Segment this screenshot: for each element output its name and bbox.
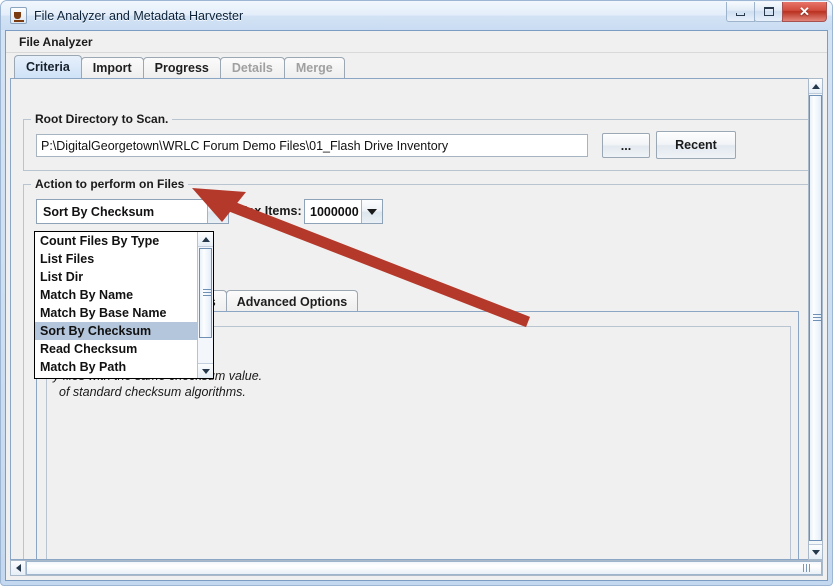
scroll-down-icon[interactable]	[198, 363, 213, 378]
chevron-down-icon[interactable]	[361, 200, 382, 223]
horizontal-scrollbar-thumb[interactable]	[26, 561, 822, 575]
dropdown-option-read-checksum[interactable]: Read Checksum	[35, 340, 197, 358]
dropdown-scrollbar[interactable]	[197, 232, 213, 378]
java-coffee-cup-icon	[10, 7, 27, 24]
vertical-scrollbar-thumb[interactable]	[809, 95, 822, 541]
root-directory-group: Root Directory to Scan. P:\DigitalGeorge…	[23, 119, 809, 171]
tab-criteria[interactable]: Criteria	[14, 55, 82, 78]
dropdown-option-match-by-base-name[interactable]: Match By Base Name	[35, 304, 197, 322]
tab-progress[interactable]: Progress	[143, 57, 221, 78]
scroll-up-icon[interactable]	[198, 232, 213, 247]
horizontal-scrollbar[interactable]	[10, 560, 823, 576]
dropdown-option-match-by-name[interactable]: Match By Name	[35, 286, 197, 304]
action-dropdown-popup[interactable]: Count Files By Type List Files List Dir …	[34, 231, 214, 379]
action-combobox[interactable]: Sort By Checksum	[36, 199, 229, 224]
action-group-legend: Action to perform on Files	[31, 177, 188, 191]
window-title: File Analyzer and Metadata Harvester	[34, 9, 243, 23]
window-client-area: File Analyzer Criteria Import Progress D…	[5, 30, 828, 581]
inner-tab-advanced-options[interactable]: Advanced Options	[226, 290, 358, 312]
description-line-3: of standard checksum algorithms.	[59, 385, 246, 399]
browse-button[interactable]: ...	[602, 133, 650, 158]
root-directory-input[interactable]: P:\DigitalGeorgetown\WRLC Forum Demo Fil…	[36, 134, 588, 157]
main-tab-bar: Criteria Import Progress Details Merge	[14, 56, 344, 78]
dropdown-option-match-by-path[interactable]: Match By Path	[35, 358, 197, 376]
close-icon[interactable]: ✕	[782, 2, 827, 22]
menu-bar: File Analyzer	[6, 31, 827, 53]
tab-merge: Merge	[284, 57, 345, 78]
scroll-down-icon[interactable]	[809, 544, 822, 559]
dropdown-option-sort-by-checksum[interactable]: Sort By Checksum	[35, 322, 197, 340]
dropdown-option-count-files-by-type[interactable]: Count Files By Type	[35, 232, 197, 250]
window-controls: ✕	[727, 2, 827, 22]
recent-button[interactable]: Recent	[656, 131, 736, 159]
max-items-label: Max Items:	[237, 204, 302, 218]
grip-icon	[803, 564, 811, 572]
vertical-scrollbar[interactable]	[808, 78, 823, 560]
chevron-down-icon[interactable]	[207, 200, 228, 223]
tab-details: Details	[220, 57, 285, 78]
action-dropdown-list[interactable]: Count Files By Type List Files List Dir …	[35, 232, 197, 378]
menu-item-file-analyzer[interactable]: File Analyzer	[13, 33, 99, 51]
dropdown-scrollbar-thumb[interactable]	[199, 248, 212, 338]
max-items-combobox[interactable]: 1000000	[304, 199, 383, 224]
title-bar[interactable]: File Analyzer and Metadata Harvester ✕	[1, 1, 832, 30]
grip-icon	[813, 314, 821, 322]
dropdown-option-list-dir[interactable]: List Dir	[35, 268, 197, 286]
root-directory-legend: Root Directory to Scan.	[31, 112, 172, 126]
scroll-up-icon[interactable]	[809, 79, 822, 94]
max-items-value: 1000000	[305, 205, 361, 219]
application-window: File Analyzer and Metadata Harvester ✕ F…	[0, 0, 833, 586]
maximize-icon[interactable]	[754, 2, 783, 22]
minimize-icon[interactable]	[726, 2, 755, 22]
action-combobox-value: Sort By Checksum	[37, 205, 207, 219]
dropdown-option-list-files[interactable]: List Files	[35, 250, 197, 268]
scroll-left-icon[interactable]	[11, 561, 26, 575]
grip-icon	[203, 289, 211, 298]
tab-import[interactable]: Import	[81, 57, 144, 78]
